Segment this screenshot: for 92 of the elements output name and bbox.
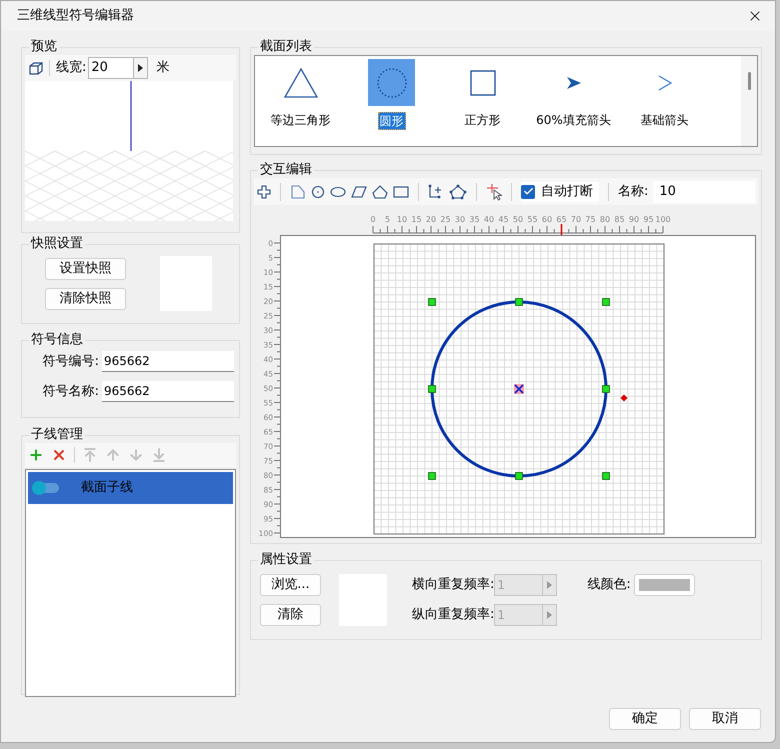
ruler-label: 5 — [384, 215, 390, 224]
ruler-label: 95 — [643, 215, 654, 224]
arrowhead-icon — [566, 76, 582, 90]
group-title: 预览 — [30, 39, 58, 55]
text-field[interactable]: 965662 — [102, 351, 234, 372]
section-item[interactable]: 等边三角形 — [255, 59, 346, 146]
button[interactable]: 确定 — [609, 708, 681, 730]
crosshair-add-icon[interactable] — [257, 184, 271, 198]
rectangle-tool-icon[interactable] — [393, 186, 409, 198]
group-title: 交互编辑 — [259, 162, 313, 178]
unit-label: 米 — [156, 59, 170, 78]
control-handle[interactable] — [428, 298, 436, 306]
ruler-label: 55 — [527, 215, 538, 224]
control-handle[interactable] — [602, 472, 610, 480]
control-handle[interactable] — [515, 298, 523, 306]
cursor-marker — [560, 224, 562, 235]
ruler-label: 0 — [370, 215, 376, 224]
ruler-label: 40 — [484, 215, 494, 224]
ruler-label: 90 — [628, 215, 640, 224]
delete-icon[interactable] — [51, 447, 67, 463]
field-label: 线颜色: — [587, 576, 631, 594]
check-icon — [522, 186, 534, 197]
auto-break-checkbox[interactable]: 自动打断 — [521, 182, 599, 202]
group-title: 快照设置 — [30, 236, 84, 252]
button[interactable]: 清除快照 — [45, 288, 126, 310]
name-label: 名称: — [618, 182, 648, 201]
triangle-icon — [282, 66, 318, 98]
cube-icon[interactable] — [29, 61, 43, 75]
ruler-label: 80 — [600, 215, 610, 224]
name-field[interactable]: 10 — [653, 180, 755, 202]
add-node-icon[interactable] — [428, 184, 444, 200]
ruler-label: 65 — [556, 215, 567, 224]
anchor-point[interactable] — [620, 394, 628, 402]
group-title: 截面列表 — [259, 39, 313, 55]
control-handle[interactable] — [602, 385, 610, 393]
ruler-label: 100 — [655, 215, 671, 224]
button[interactable]: 设置快照 — [45, 258, 126, 280]
ruler-label: 50 — [512, 215, 524, 224]
control-handle[interactable] — [428, 472, 436, 480]
section-item[interactable]: 圆形 — [346, 59, 437, 146]
field-label: 横向重复频率: — [412, 576, 494, 594]
group-title: 子线管理 — [30, 427, 84, 443]
field-label: 符号名称: — [42, 382, 99, 401]
group-title: 符号信息 — [30, 332, 84, 348]
toggle-icon — [31, 480, 59, 496]
ruler-label: 70 — [570, 215, 582, 224]
section-item[interactable]: 基础箭头 — [619, 59, 710, 146]
list-item[interactable]: 截面子线 — [28, 472, 233, 504]
add-icon[interactable] — [28, 447, 44, 463]
spin-arrow-icon — [138, 64, 144, 72]
square-icon — [468, 68, 496, 96]
spin-arrow-icon — [547, 581, 552, 589]
ruler-label: 10 — [396, 215, 408, 224]
parallelogram-icon[interactable] — [351, 184, 367, 198]
button[interactable]: 清除 — [260, 604, 321, 626]
section-item[interactable]: 60%填充箭头 — [528, 59, 619, 146]
control-handle[interactable] — [428, 385, 436, 393]
pentagon-icon[interactable] — [372, 184, 388, 198]
cursor-cross-icon[interactable] — [486, 182, 502, 200]
ruler-label: 20 — [426, 215, 436, 224]
ruler-label: 30 — [454, 215, 466, 224]
window-title: 三维线型符号编辑器 — [17, 7, 134, 26]
line-width-label: 线宽: — [56, 59, 86, 78]
button[interactable]: 浏览... — [260, 574, 321, 596]
group-title: 属性设置 — [259, 552, 313, 568]
center-marker[interactable] — [514, 384, 524, 394]
chevron-icon — [658, 74, 672, 90]
line-width-spinbox[interactable]: 20 — [88, 57, 148, 79]
text-field[interactable]: 965662 — [102, 381, 234, 402]
circle-icon — [376, 66, 408, 98]
spin-arrow-icon — [547, 611, 552, 619]
ruler-label: 25 — [440, 215, 451, 224]
circle-shape[interactable] — [430, 300, 608, 478]
drawing-canvas[interactable] — [280, 235, 756, 538]
ruler-label: 75 — [585, 215, 596, 224]
scrollbar[interactable] — [741, 56, 757, 146]
color-swatch[interactable] — [634, 574, 695, 596]
polygon-nodes-icon[interactable] — [449, 184, 467, 200]
ellipse-tool-icon[interactable] — [330, 186, 346, 198]
polyline-icon[interactable] — [290, 184, 306, 200]
ruler-label: 60 — [542, 215, 552, 224]
button[interactable]: 取消 — [689, 708, 761, 730]
section-item[interactable]: 正方形 — [437, 59, 528, 146]
control-handle[interactable] — [515, 472, 523, 480]
circle-tool-icon[interactable] — [311, 184, 325, 198]
ruler-label: 35 — [469, 215, 480, 224]
control-handle[interactable] — [602, 298, 610, 306]
field-label: 符号编号: — [42, 352, 99, 371]
ruler-label: 15 — [411, 215, 422, 224]
ruler-label: 85 — [614, 215, 625, 224]
field-label: 纵向重复频率: — [412, 606, 494, 624]
ruler-label: 45 — [498, 215, 509, 224]
